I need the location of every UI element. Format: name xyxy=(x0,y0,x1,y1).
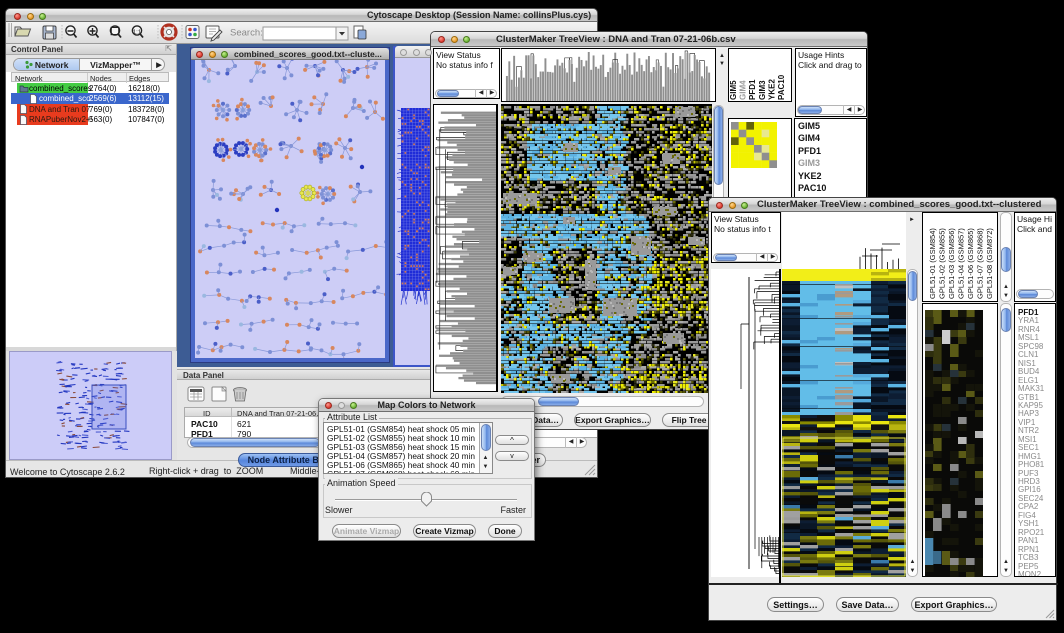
svg-text:GIM4: GIM4 xyxy=(739,80,748,100)
svg-text:GPL51-03 (GSM856): GPL51-03 (GSM856) xyxy=(947,228,956,299)
svg-text:GPL51-08 (GSM872): GPL51-08 (GSM872) xyxy=(985,228,994,299)
svg-text:GPL51-02 (GSM855): GPL51-02 (GSM855) xyxy=(938,228,947,299)
svg-text:GIM3: GIM3 xyxy=(758,80,767,100)
svg-text:Search:: Search: xyxy=(230,28,263,39)
svg-text:1:1: 1:1 xyxy=(133,30,142,36)
svg-text:GPL51-06 (GSM865): GPL51-06 (GSM865) xyxy=(966,228,975,299)
svg-text:PFD1: PFD1 xyxy=(748,79,757,100)
svg-text:GPL51-07 (GSM868): GPL51-07 (GSM868) xyxy=(976,228,985,299)
svg-text:GPL51-04 (GSM857): GPL51-04 (GSM857) xyxy=(957,228,966,299)
svg-text:GPL51-01 (GSM854): GPL51-01 (GSM854) xyxy=(928,228,937,299)
svg-text:YKE2: YKE2 xyxy=(767,79,776,100)
svg-text:PAC10: PAC10 xyxy=(777,74,786,100)
svg-text:GIM5: GIM5 xyxy=(729,80,738,100)
